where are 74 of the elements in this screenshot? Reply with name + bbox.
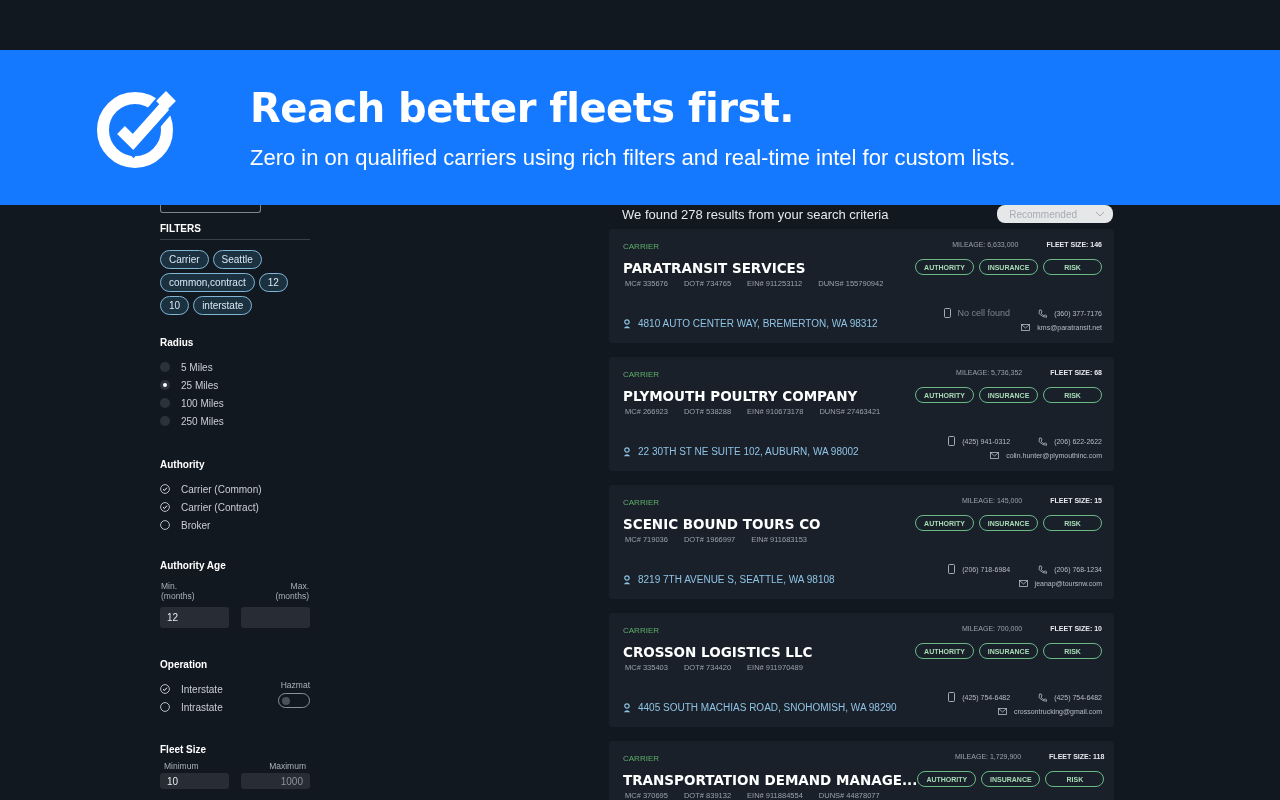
radio-label: 5 Miles — [181, 361, 213, 373]
filter-chip[interactable]: common,contract — [160, 273, 255, 292]
empty-circle-icon[interactable] — [160, 520, 170, 530]
field-label: Maximum — [269, 761, 306, 771]
phone-icon — [1038, 564, 1048, 574]
section-heading: Radius — [160, 337, 195, 348]
mail-icon — [990, 452, 1000, 459]
phone-icon — [1038, 692, 1048, 702]
section-heading: Operation — [160, 659, 209, 670]
filter-chip[interactable]: Seattle — [212, 250, 262, 269]
filter-chip[interactable]: 10 — [160, 296, 190, 315]
radio-label: 250 Miles — [181, 415, 224, 427]
section-heading: Authority — [160, 459, 206, 470]
carrier-address: 4405 SOUTH MACHIAS ROAD, SNOHOMISH, WA 98290 — [638, 702, 897, 713]
carrier-name: PARATRANSIT SERVICES — [623, 260, 807, 276]
radio-label: 100 Miles — [181, 397, 224, 409]
field-label: Max. (months) — [275, 581, 309, 601]
no-cell-text: No cell found — [957, 308, 1011, 318]
mobile-phone-icon — [943, 308, 951, 318]
radio-button[interactable] — [160, 380, 170, 390]
phone-icon — [1038, 436, 1048, 446]
banner-subtitle: Zero in on qualified carriers using rich filters and real-time intel for custom lists. — [250, 144, 1016, 171]
checked-circle-icon[interactable] — [160, 684, 170, 694]
filter-chip[interactable]: Carrier — [160, 250, 209, 269]
chevron-down-icon — [1095, 211, 1105, 217]
banner-title: Reach better fleets first. — [250, 84, 795, 131]
mail-icon — [1021, 324, 1031, 331]
results-summary: We found 278 results from your search criteria — [622, 206, 889, 222]
mail-icon — [1018, 580, 1028, 587]
checked-circle-icon[interactable] — [160, 502, 170, 512]
checked-circle-icon[interactable] — [160, 484, 170, 494]
field-label: Min. (months) — [161, 581, 195, 601]
phone-icon — [1038, 308, 1048, 318]
checkbox-label: Intrastate — [181, 701, 223, 713]
carrier-name: CROSSON LOGISTICS LLC — [623, 644, 814, 660]
carrier-name: TRANSPORTATION DEMAND MANAGE... — [623, 772, 918, 788]
radio-button[interactable] — [160, 362, 170, 372]
radio-button[interactable] — [160, 398, 170, 408]
carrier-type-label: CARRIER — [623, 626, 660, 635]
carrier-address: 8219 7TH AVENUE S, SEATTLE, WA 98108 — [638, 574, 835, 585]
mail-icon — [997, 708, 1007, 715]
checkbox-label: Carrier (Contract) — [181, 501, 259, 513]
location-person-icon — [623, 446, 631, 457]
location-person-icon — [623, 574, 631, 585]
checkbox-label: Interstate — [181, 683, 223, 695]
filter-chip[interactable]: 12 — [258, 273, 288, 292]
carrier-address: 22 30TH ST NE SUITE 102, AUBURN, WA 98002 — [638, 446, 859, 457]
section-heading: Authority Age — [160, 560, 227, 571]
carrier-name: SCENIC BOUND TOURS CO — [623, 516, 822, 532]
carrier-type-label: CARRIER — [623, 754, 660, 763]
toggle-label: Hazmat — [280, 680, 310, 690]
radio-button[interactable] — [160, 416, 170, 426]
mobile-phone-icon — [948, 564, 956, 574]
radio-label: 25 Miles — [181, 379, 219, 391]
carrier-type-label: CARRIER — [623, 498, 660, 507]
location-person-icon — [623, 318, 631, 329]
partially-hidden-button[interactable] — [160, 205, 261, 213]
mobile-phone-icon — [948, 436, 956, 446]
input-field[interactable]: 12 — [160, 607, 229, 628]
mobile-phone-icon — [948, 692, 956, 702]
carrier-type-label: CARRIER — [623, 242, 660, 251]
carrier-address: 4810 AUTO CENTER WAY, BREMERTON, WA 98312 — [638, 318, 878, 329]
checkbox-label: Carrier (Common) — [181, 483, 262, 495]
checkbox-label: Broker — [181, 519, 211, 531]
field-label: Minimum — [164, 761, 199, 771]
location-person-icon — [623, 702, 631, 713]
input-field[interactable]: 1000 — [241, 773, 310, 789]
empty-circle-icon[interactable] — [160, 702, 170, 712]
filters-heading: FILTERS — [160, 223, 310, 240]
filter-chip[interactable]: interstate — [193, 296, 253, 315]
carrier-name: PLYMOUTH POULTRY COMPANY — [623, 388, 859, 404]
section-heading: Fleet Size — [160, 744, 208, 755]
input-field[interactable]: 10 — [160, 773, 229, 789]
carrier-type-label: CARRIER — [623, 370, 660, 379]
